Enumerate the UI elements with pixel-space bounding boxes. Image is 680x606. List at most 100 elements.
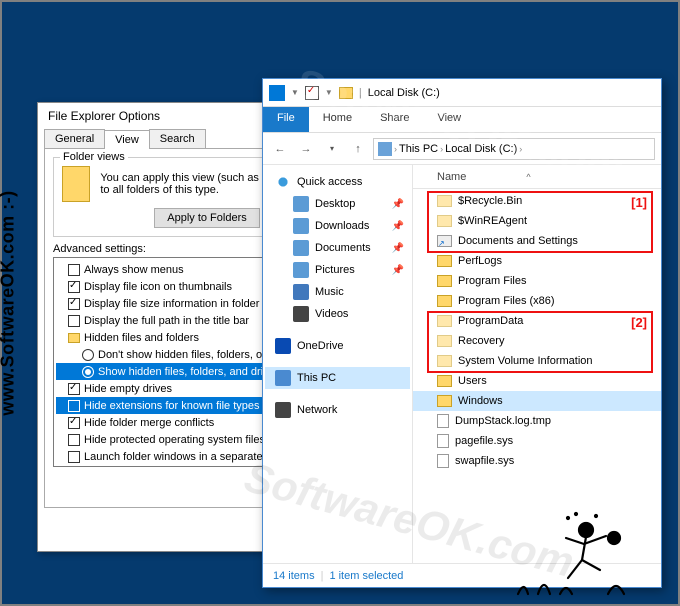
file-icon [437,434,449,448]
item-name: Documents and Settings [458,235,578,247]
list-item[interactable]: System Volume Information [413,351,661,371]
nav-downloads[interactable]: Downloads📌 [265,215,410,237]
this-pc-icon [275,370,291,386]
list-item[interactable]: pagefile.sys [413,431,661,451]
nav-back-icon[interactable]: ← [269,138,291,160]
item-name: swapfile.sys [455,455,514,467]
item-name: pagefile.sys [455,435,513,447]
pin-icon: 📌 [392,199,404,210]
list-item[interactable]: $WinREAgent [413,211,661,231]
ribbon-tab-home[interactable]: Home [309,107,366,132]
crumb-local-disk[interactable]: Local Disk (C:) [445,143,517,155]
list-item[interactable]: $Recycle.Bin [413,191,661,211]
folder-icon [437,355,452,367]
qat-dropdown-icon-2[interactable]: ▼ [325,88,333,97]
nav-label: Pictures [315,264,355,276]
folder-icon [437,395,452,407]
item-name: Windows [458,395,503,407]
folder-icon [62,166,90,202]
item-name: System Volume Information [458,355,593,367]
videos-icon [293,306,309,322]
qat-checkbox-icon[interactable] [305,86,319,100]
file-list: Name ^ $Recycle.Bin $WinREAgent Document… [413,165,661,563]
crumb-this-pc[interactable]: This PC [399,143,438,155]
nav-network[interactable]: Network [265,399,410,421]
folder-icon [437,195,452,207]
nav-videos[interactable]: Videos [265,303,410,325]
list-item[interactable]: ProgramData [413,311,661,331]
nav-up-icon[interactable]: ↑ [347,138,369,160]
list-item[interactable]: DumpStack.log.tmp [413,411,661,431]
folder-icon [437,255,452,267]
nav-music[interactable]: Music [265,281,410,303]
this-pc-icon [378,142,392,156]
column-header-name[interactable]: Name ^ [413,165,661,189]
breadcrumb[interactable]: › This PC › Local Disk (C:) › [373,138,655,160]
documents-icon [293,240,309,256]
qat-properties-icon[interactable] [269,85,285,101]
ribbon-tab-view[interactable]: View [423,107,475,132]
list-item[interactable]: PerfLogs [413,251,661,271]
item-name: Recovery [458,335,504,347]
file-icon [437,414,449,428]
window-title: Local Disk (C:) [368,87,440,99]
nav-onedrive[interactable]: OneDrive [265,335,410,357]
nav-this-pc[interactable]: This PC [265,367,410,389]
nav-quick-access[interactable]: Quick access [265,171,410,193]
nav-documents[interactable]: Documents📌 [265,237,410,259]
watermark-side-text: www.SoftwareOK.com :-) [0,190,19,415]
nav-label: Quick access [297,176,362,188]
list-item[interactable]: Program Files (x86) [413,291,661,311]
ribbon-tab-file[interactable]: File [263,107,309,132]
item-name: Users [458,375,487,387]
chevron-right-icon[interactable]: › [394,144,397,154]
chevron-right-icon[interactable]: › [519,144,522,154]
item-name: Program Files [458,275,526,287]
onedrive-icon [275,338,291,354]
nav-forward-icon[interactable]: → [295,138,317,160]
item-name: PerfLogs [458,255,502,267]
tab-view[interactable]: View [104,130,150,149]
nav-pictures[interactable]: Pictures📌 [265,259,410,281]
explorer-window: ▼ ▼ | Local Disk (C:) File Home Share Vi… [262,78,662,588]
list-item[interactable]: swapfile.sys [413,451,661,471]
item-name: $Recycle.Bin [458,195,522,207]
downloads-icon [293,218,309,234]
opt-label: Show hidden files, folders, and drives [98,366,280,378]
nav-desktop[interactable]: Desktop 📌 [265,193,410,215]
folder-icon [437,275,452,287]
sort-asc-icon: ^ [526,172,530,182]
ribbon-tab-share[interactable]: Share [366,107,423,132]
music-icon [293,284,309,300]
tab-general[interactable]: General [44,129,105,148]
nav-recent-icon[interactable]: ▾ [321,138,343,160]
apply-to-folders-button[interactable]: Apply to Folders [154,208,259,228]
nav-label: This PC [297,372,336,384]
pin-icon: 📌 [392,243,404,254]
qat-dropdown-icon[interactable]: ▼ [291,88,299,97]
nav-label: Network [297,404,337,416]
item-name: ProgramData [458,315,523,327]
file-icon [437,454,449,468]
chevron-right-icon[interactable]: › [440,144,443,154]
status-selected: 1 item selected [329,570,403,582]
opt-label: Hidden files and folders [84,332,199,344]
list-item[interactable]: Program Files [413,271,661,291]
tab-search[interactable]: Search [149,129,206,148]
opt-label: Hide extensions for known file types [84,400,259,412]
nav-label: Desktop [315,198,355,210]
item-name: $WinREAgent [458,215,527,227]
list-item-selected[interactable]: Windows [413,391,661,411]
item-name: DumpStack.log.tmp [455,415,551,427]
list-item[interactable]: Users [413,371,661,391]
status-separator: | [321,570,324,582]
folder-icon [437,315,452,327]
opt-label: Display the full path in the title bar [84,315,249,327]
explorer-titlebar: ▼ ▼ | Local Disk (C:) [263,79,661,107]
network-icon [275,402,291,418]
drive-icon [339,87,353,99]
item-name: Program Files (x86) [458,295,555,307]
folder-icon [437,335,452,347]
list-item[interactable]: Recovery [413,331,661,351]
list-item[interactable]: Documents and Settings [413,231,661,251]
